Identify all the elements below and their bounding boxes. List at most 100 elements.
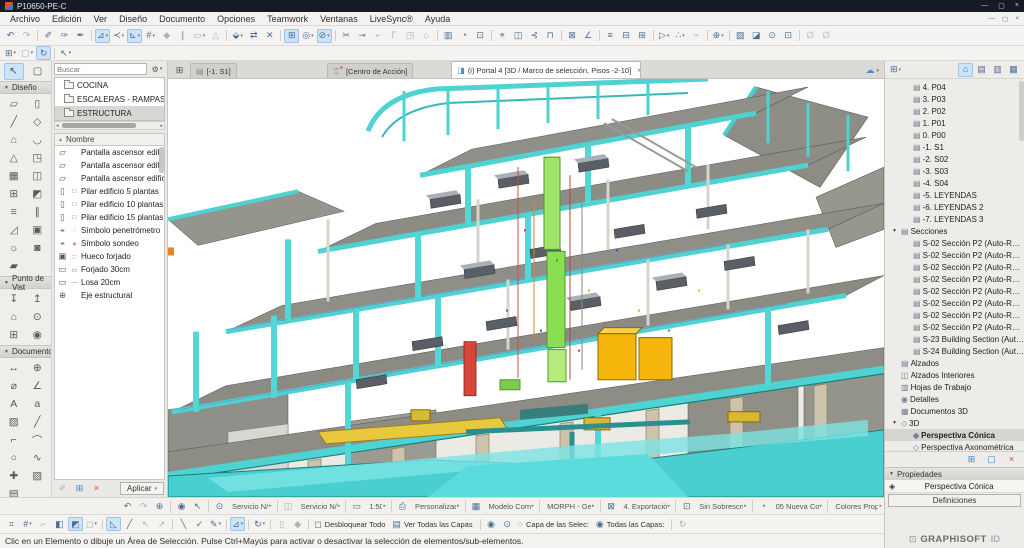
layer-list-item[interactable]: ▱Pantalla ascensor edifici... xyxy=(55,146,164,159)
redo-icon[interactable]: ↷ xyxy=(19,29,34,43)
create-line-icon[interactable]: ╱ xyxy=(122,517,137,531)
toolbar-separator[interactable] xyxy=(707,30,708,41)
navigator-tree-item[interactable]: ▤S-24 Building Section (Auto-Recon xyxy=(885,345,1024,357)
render-icon[interactable]: ▨ xyxy=(733,29,748,43)
navigator-tree-item[interactable]: ◫Alzados Interiores xyxy=(885,369,1024,381)
toolbar-separator[interactable] xyxy=(561,30,562,41)
scroll-left-icon[interactable]: ◂ xyxy=(56,123,59,129)
inject-parameters-icon[interactable]: ✑ xyxy=(57,29,72,43)
quick-find-icon[interactable]: ⊙ xyxy=(212,500,227,513)
angle-measure-icon[interactable]: ∠ xyxy=(581,29,596,43)
lamp-tool[interactable]: ☼ xyxy=(4,239,24,257)
layer-list-item[interactable]: ▯□Pilar edificio 5 plantas xyxy=(55,185,164,198)
stretch-icon[interactable]: ⌂ xyxy=(419,29,434,43)
toolbar-separator[interactable] xyxy=(491,30,492,41)
toolbar-separator[interactable] xyxy=(345,500,346,513)
navigator-tree-item[interactable]: ▤-2. S02 xyxy=(885,153,1024,165)
project-map-icon[interactable]: ⌂ xyxy=(958,63,973,77)
tab-close-icon[interactable]: × xyxy=(637,66,641,75)
save-current-view-icon[interactable]: ▢ xyxy=(984,453,999,467)
toolbar-separator[interactable] xyxy=(226,519,227,530)
menu-item[interactable]: Archivo xyxy=(4,13,46,25)
zoom-icon[interactable]: ⊕ xyxy=(152,500,167,513)
grid-options-icon[interactable]: #▾ xyxy=(20,517,35,531)
trace-reference-icon[interactable]: ⬙▾ xyxy=(230,29,245,43)
inject-icon[interactable]: ↗ xyxy=(154,517,169,531)
snap-check-icon[interactable]: ✓ xyxy=(192,517,207,531)
layer-folder-row[interactable]: COCINA xyxy=(55,78,164,92)
vertical-scrollbar-thumb[interactable] xyxy=(159,147,164,173)
menu-item[interactable]: Teamwork xyxy=(261,13,314,25)
attributes-icon[interactable]: ⊰ xyxy=(527,29,542,43)
all-layers-group[interactable]: ◉Todas las Capas: xyxy=(594,517,668,531)
navigator-tree-item[interactable]: ▤S-02 Sección P2 (Auto-Reconstrucci xyxy=(885,273,1024,285)
opening-tool[interactable]: ◙ xyxy=(27,239,47,257)
navigator-pin-icon[interactable]: ⊞▾ xyxy=(888,63,903,77)
mesh-tool[interactable]: △ xyxy=(4,149,24,167)
arc-tool[interactable]: ⌒ xyxy=(27,431,47,449)
structure-display-dropdown[interactable]: MORPH - Ge...▸ xyxy=(543,500,596,513)
beam-tool[interactable]: ╱ xyxy=(4,113,24,131)
menu-item[interactable]: Documento xyxy=(153,13,211,25)
zoom-next-icon[interactable]: ↷ xyxy=(136,500,151,513)
export-dropdown[interactable]: 4. Exportació...▸ xyxy=(620,500,673,513)
window-tool[interactable]: ⊞ xyxy=(4,185,24,203)
morph-tool[interactable]: ◳ xyxy=(27,149,47,167)
layer-combination-icon[interactable]: ▦ xyxy=(469,500,484,513)
pen-set-dropdown[interactable]: Personalizado▸ xyxy=(411,500,462,513)
railing-tool[interactable]: ∥ xyxy=(27,203,47,221)
revision-icon[interactable]: ◔ xyxy=(756,500,771,513)
toolbar-separator[interactable] xyxy=(335,30,336,41)
link-icon[interactable]: ⌁ xyxy=(689,29,704,43)
toolbar-separator[interactable] xyxy=(827,500,828,513)
shell-tool[interactable]: ◡ xyxy=(27,131,47,149)
quick-layout-icon[interactable]: ⊞ xyxy=(171,63,188,77)
navigator-tree-item[interactable]: ▥Hojas de Trabajo xyxy=(885,381,1024,393)
pen-set-icon[interactable]: ⎙ xyxy=(395,500,410,513)
menu-item[interactable]: Ayuda xyxy=(419,13,456,25)
fill-tool[interactable]: ▨ xyxy=(4,413,24,431)
dimension-tool[interactable]: ↔ xyxy=(4,359,24,377)
menu-item[interactable]: Ver xyxy=(88,13,114,25)
column-tool[interactable]: ▯ xyxy=(27,95,47,113)
delete-item-icon[interactable]: × xyxy=(89,482,104,496)
menu-item[interactable]: Diseño xyxy=(113,13,153,25)
navigator-tree-item[interactable]: ▤2. P02 xyxy=(885,105,1024,117)
toolbar-separator[interactable] xyxy=(37,30,38,41)
find-select-icon[interactable]: ◔ xyxy=(457,29,472,43)
toolbar-separator[interactable] xyxy=(248,519,249,530)
zone-tool[interactable]: ▰ xyxy=(4,257,24,275)
roof-tool[interactable]: ⌂ xyxy=(4,131,24,149)
intersect-icon[interactable]: ⌐ xyxy=(371,29,386,43)
navigator-tree-item[interactable]: ▤1. P01 xyxy=(885,117,1024,129)
navigator-tree-item[interactable]: ▼▤Secciones xyxy=(885,225,1024,237)
trace-switch-icon[interactable]: ⇄ xyxy=(246,29,261,43)
navigator-tree-item[interactable]: ▤S-02 Sección P2 (Auto-Reconstrucci xyxy=(885,249,1024,261)
settings-button[interactable]: Definiciones xyxy=(888,494,1021,507)
teamwork-cloud-button[interactable]: ☁▾ xyxy=(865,65,881,76)
marquee-mode-icon[interactable]: ▭▾ xyxy=(191,29,207,43)
drawing-tool[interactable]: ▤ xyxy=(4,485,24,497)
object-tool[interactable]: ▣ xyxy=(27,221,47,239)
layer-list-item[interactable]: ▱Pantalla ascensor edifici... xyxy=(55,159,164,172)
navigator-tree-item[interactable]: ◉Detalles xyxy=(885,393,1024,405)
document-tab[interactable]: ◨(i) Portal 4 [3D / Marco de selección, … xyxy=(451,61,641,78)
layer-folder-row[interactable]: ESCALERAS - RAMPAS - ASCEN xyxy=(55,92,164,106)
show-all-layers-button[interactable]: ▤Ver Todas las Capas xyxy=(390,517,476,531)
navigator-tree-item[interactable]: ▤S-02 Sección P2 (Auto-Reconstrucci xyxy=(885,261,1024,273)
navigator-tree-item[interactable]: ▤4. P04 xyxy=(885,81,1024,93)
ramp-tool[interactable]: ◿ xyxy=(4,221,24,239)
hotspot-tool[interactable]: ✚ xyxy=(4,467,24,485)
pick-up-settings-icon[interactable]: ✐ xyxy=(55,482,70,496)
pen-tool-icon[interactable]: ✎▾ xyxy=(208,517,223,531)
revision-dropdown[interactable]: 05 Nueva Co...▸ xyxy=(772,500,825,513)
camera-settings-icon[interactable]: ⊙ xyxy=(765,29,780,43)
shadow-icon[interactable]: ◪ xyxy=(749,29,764,43)
arrow-tool[interactable]: ↖ xyxy=(4,63,24,80)
toolbar-separator[interactable] xyxy=(391,500,392,513)
toolbar-separator[interactable] xyxy=(277,500,278,513)
menu-item[interactable]: LiveSync® xyxy=(364,13,419,25)
distribute-icon[interactable]: ⊟ xyxy=(619,29,634,43)
toolbox-section-design[interactable]: ▼Diseño xyxy=(0,81,51,94)
zoom-previous-icon[interactable]: ↶ xyxy=(120,500,135,513)
